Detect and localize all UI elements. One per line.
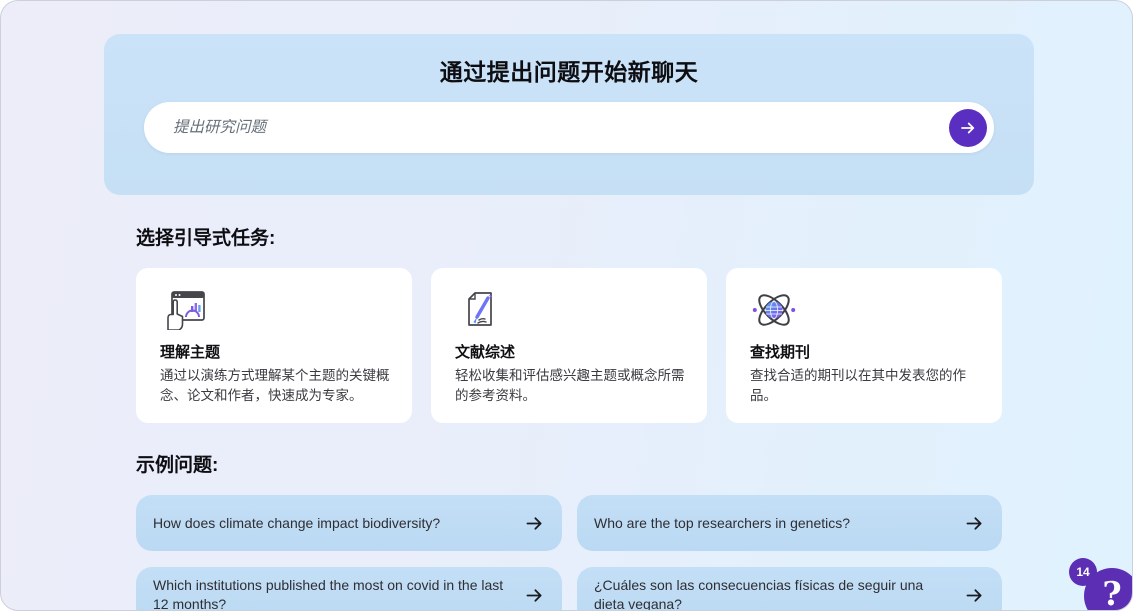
example-question-text: ¿Cuáles son las consecuencias físicas de… <box>594 576 964 611</box>
arrow-right-icon <box>964 585 985 606</box>
atom-globe-icon <box>750 290 798 330</box>
help-widget: 14 ? <box>1084 568 1133 611</box>
example-question-vegan-diet[interactable]: ¿Cuáles son las consecuencias físicas de… <box>577 567 1002 611</box>
arrow-right-icon <box>964 513 985 534</box>
card-understand-topic[interactable]: 理解主题 通过以演练方式理解某个主题的关键概念、论文和作者，快速成为专家。 <box>136 268 412 423</box>
card-description: 轻松收集和评估感兴趣主题或概念所需的参考资料。 <box>455 366 685 406</box>
example-questions-heading: 示例问题: <box>136 450 1132 477</box>
submit-question-button[interactable] <box>949 109 987 147</box>
research-question-input[interactable] <box>144 119 949 137</box>
question-mark-icon: ? <box>1102 574 1121 611</box>
example-question-text: Who are the top researchers in genetics? <box>594 514 964 533</box>
card-description: 通过以演练方式理解某个主题的关键概念、论文和作者，快速成为专家。 <box>160 366 390 406</box>
card-description: 查找合适的期刊以在其中发表您的作品。 <box>750 366 980 406</box>
task-cards-row: 理解主题 通过以演练方式理解某个主题的关键概念、论文和作者，快速成为专家。 文献… <box>136 268 1132 423</box>
card-title: 理解主题 <box>160 341 390 362</box>
card-title: 文献综述 <box>455 341 685 362</box>
example-question-genetics[interactable]: Who are the top researchers in genetics? <box>577 495 1002 551</box>
app-window: 通过提出问题开始新聊天 选择引导式任务: <box>0 0 1133 611</box>
arrow-right-icon <box>524 585 545 606</box>
document-pen-icon <box>455 290 503 330</box>
hand-browser-chart-icon <box>160 290 208 330</box>
guided-tasks-heading: 选择引导式任务: <box>136 223 1132 250</box>
new-chat-panel: 通过提出问题开始新聊天 <box>104 34 1034 195</box>
panel-title: 通过提出问题开始新聊天 <box>104 34 1034 87</box>
arrow-right-icon <box>959 119 977 137</box>
card-literature-review[interactable]: 文献综述 轻松收集和评估感兴趣主题或概念所需的参考资料。 <box>431 268 707 423</box>
example-question-climate[interactable]: How does climate change impact biodivers… <box>136 495 562 551</box>
arrow-right-icon <box>524 513 545 534</box>
example-questions-grid: How does climate change impact biodivers… <box>136 495 1132 611</box>
question-input-container <box>144 102 994 153</box>
card-title: 查找期刊 <box>750 341 980 362</box>
example-question-text: How does climate change impact biodivers… <box>153 514 524 533</box>
example-question-covid[interactable]: Which institutions published the most on… <box>136 567 562 611</box>
card-find-journals[interactable]: 查找期刊 查找合适的期刊以在其中发表您的作品。 <box>726 268 1002 423</box>
example-question-text: Which institutions published the most on… <box>153 576 524 611</box>
